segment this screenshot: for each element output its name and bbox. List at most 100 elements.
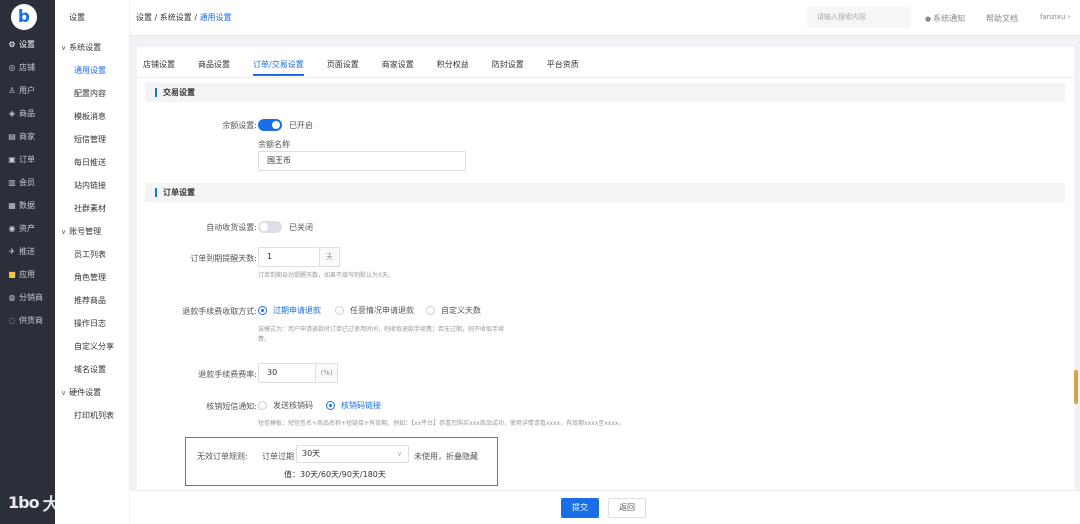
radio-label: 发送核销码 bbox=[273, 401, 313, 410]
fee-option-custom[interactable]: 自定义天数 bbox=[426, 305, 481, 316]
settings-tabs: 店铺设置 商品设置 订单/交易设置 页面设置 商家设置 积分权益 防封设置 平台… bbox=[143, 59, 602, 76]
tab-points[interactable]: 积分权益 bbox=[437, 59, 469, 76]
auto-receive-status: 已关闭 bbox=[289, 223, 313, 232]
rail-item-order[interactable]: ▣ 订单 bbox=[0, 148, 55, 170]
radio-label: 过期申请退款 bbox=[273, 306, 321, 315]
user-icon: ♙ bbox=[8, 85, 16, 95]
rail-item-assets[interactable]: ◉ 资产 bbox=[0, 217, 55, 239]
rail-label: 商家 bbox=[19, 131, 35, 141]
chevron-down-icon: ∨ bbox=[61, 227, 67, 236]
sidebar-group-hardware[interactable]: ∨ 硬件设置 bbox=[61, 387, 101, 398]
tab-order-trade[interactable]: 订单/交易设置 bbox=[253, 59, 304, 76]
sidebar-item-daily-push[interactable]: 每日推送 bbox=[74, 157, 106, 168]
balance-name-input[interactable]: 国王币 bbox=[258, 151, 466, 171]
toggle-knob bbox=[260, 223, 268, 231]
tab-page[interactable]: 页面设置 bbox=[327, 59, 359, 76]
settings-sidebar: 设置 ∨ 系统设置 通用设置 配置内容 模板消息 短信管理 每日推送 站内链接 社… bbox=[55, 0, 130, 524]
rail-item-member[interactable]: ▥ 会员 bbox=[0, 171, 55, 193]
sidebar-item-printers[interactable]: 打印机列表 bbox=[74, 410, 114, 421]
invalid-rule-prefix: 订单过期 bbox=[262, 452, 294, 461]
radio-dot bbox=[258, 306, 267, 315]
notice-link[interactable]: ● 系统通知 bbox=[925, 13, 965, 24]
fee-rate-unit: (%) bbox=[316, 363, 338, 383]
app-logo[interactable]: b bbox=[11, 4, 37, 30]
breadcrumb: 设置 / 系统设置 / 通用设置 bbox=[136, 12, 232, 23]
user-menu[interactable]: fanzixu › bbox=[1040, 13, 1070, 21]
remind-days-input[interactable]: 1 bbox=[258, 247, 320, 267]
sidebar-item-domain[interactable]: 域名设置 bbox=[74, 364, 106, 375]
section-title: 交易设置 bbox=[163, 88, 195, 97]
toggle-knob bbox=[272, 121, 280, 129]
sidebar-group-system[interactable]: ∨ 系统设置 bbox=[61, 42, 101, 53]
sidebar-item-share[interactable]: 自定义分享 bbox=[74, 341, 114, 352]
scrollbar-thumb[interactable] bbox=[1074, 370, 1078, 404]
sidebar-item-community[interactable]: 社群素材 bbox=[74, 203, 106, 214]
rail-item-goods[interactable]: ◈ 商品 bbox=[0, 102, 55, 124]
user-name: fanzixu bbox=[1040, 13, 1066, 21]
tab-qualification[interactable]: 平台资质 bbox=[547, 59, 579, 76]
rail-item-merchant[interactable]: ▤ 商家 bbox=[0, 125, 55, 147]
sidebar-item-sms[interactable]: 短信管理 bbox=[74, 134, 106, 145]
chevron-down-icon: ∨ bbox=[61, 43, 67, 52]
sidebar-item-roles[interactable]: 角色管理 bbox=[74, 272, 106, 283]
rail-item-push[interactable]: ✈ 推送 bbox=[0, 240, 55, 262]
breadcrumb-path[interactable]: 设置 / 系统设置 / bbox=[136, 13, 200, 22]
breadcrumb-current: 通用设置 bbox=[199, 13, 232, 22]
goods-icon: ◈ bbox=[8, 108, 16, 118]
watermark-text: 大数跨境 bbox=[42, 495, 115, 515]
apps-icon: ■ bbox=[8, 269, 16, 279]
invalid-days-select[interactable]: 30天 ∨ bbox=[296, 445, 409, 463]
merchant-icon: ▤ bbox=[8, 131, 16, 141]
tab-goods[interactable]: 商品设置 bbox=[198, 59, 230, 76]
sidebar-group-account[interactable]: ∨ 账号管理 bbox=[61, 226, 101, 237]
rail-label: 资产 bbox=[19, 223, 35, 233]
fee-method-label: 退款手续费收取方式: bbox=[182, 307, 257, 316]
sms-template-hint: 短信模板：短信签名+商品名称+短链接+有效期。例如：【xx平台】恭喜您购买xxx… bbox=[258, 420, 625, 427]
logo-letter: b bbox=[17, 6, 31, 27]
rail-item-apps[interactable]: ■ 应用 bbox=[0, 263, 55, 285]
auto-receive-label: 自动收货设置: bbox=[206, 223, 257, 232]
back-button[interactable]: 返回 bbox=[608, 498, 646, 518]
chevron-down-icon: ∨ bbox=[396, 450, 402, 458]
sidebar-title: 设置 bbox=[69, 13, 85, 22]
tab-merchant[interactable]: 商家设置 bbox=[382, 59, 414, 76]
rail-label: 供货商 bbox=[19, 315, 43, 325]
watermark: 1bo 大数跨境 bbox=[8, 490, 115, 515]
fee-rate-label: 退款手续费费率: bbox=[198, 370, 257, 379]
sidebar-item-links[interactable]: 站内链接 bbox=[74, 180, 106, 191]
sidebar-item-staff[interactable]: 员工列表 bbox=[74, 249, 106, 260]
rail-item-store[interactable]: ◎ 店铺 bbox=[0, 56, 55, 78]
rail-item-supplier[interactable]: ◌ 供货商 bbox=[0, 309, 55, 331]
tab-anti-block[interactable]: 防封设置 bbox=[492, 59, 524, 76]
order-icon: ▣ bbox=[8, 154, 16, 164]
rail-label: 数据 bbox=[19, 200, 35, 210]
tab-divider bbox=[137, 77, 1074, 78]
radio-dot bbox=[426, 306, 435, 315]
rail-item-user[interactable]: ♙ 用户 bbox=[0, 79, 55, 101]
sms-option-link[interactable]: 核销码链接 bbox=[326, 400, 381, 411]
sidebar-item-recommend[interactable]: 推荐商品 bbox=[74, 295, 106, 306]
invalid-rule-suffix: 未使用，折叠隐藏 bbox=[414, 452, 478, 461]
sidebar-item-logs[interactable]: 操作日志 bbox=[74, 318, 106, 329]
sidebar-group-label: 硬件设置 bbox=[69, 388, 102, 397]
sidebar-item-config[interactable]: 配置内容 bbox=[74, 88, 106, 99]
tab-store[interactable]: 店铺设置 bbox=[143, 59, 175, 76]
rail-item-distributor[interactable]: ◍ 分销商 bbox=[0, 286, 55, 308]
fee-option-expired[interactable]: 过期申请退款 bbox=[258, 305, 321, 316]
rail-item-settings[interactable]: ⚙ 设置 bbox=[0, 33, 55, 55]
help-link[interactable]: 帮助文档 bbox=[986, 13, 1018, 24]
auto-receive-toggle[interactable] bbox=[258, 221, 282, 233]
balance-label: 余额设置: bbox=[222, 121, 257, 130]
sms-option-code[interactable]: 发送核销码 bbox=[258, 400, 313, 411]
balance-toggle[interactable] bbox=[258, 119, 282, 131]
search-input[interactable]: 请输入搜索内容 bbox=[807, 7, 911, 28]
rail-label: 用户 bbox=[19, 85, 35, 95]
fee-option-any[interactable]: 任意情况申请退款 bbox=[335, 305, 414, 316]
sidebar-item-general[interactable]: 通用设置 bbox=[68, 59, 130, 79]
fee-rate-input[interactable]: 30 bbox=[258, 363, 316, 383]
sidebar-item-template[interactable]: 模板消息 bbox=[74, 111, 106, 122]
submit-button[interactable]: 提交 bbox=[561, 498, 599, 518]
rail-label: 推送 bbox=[19, 246, 35, 256]
rail-item-data[interactable]: ▦ 数据 bbox=[0, 194, 55, 216]
section-order: 订单设置 bbox=[145, 183, 1065, 202]
